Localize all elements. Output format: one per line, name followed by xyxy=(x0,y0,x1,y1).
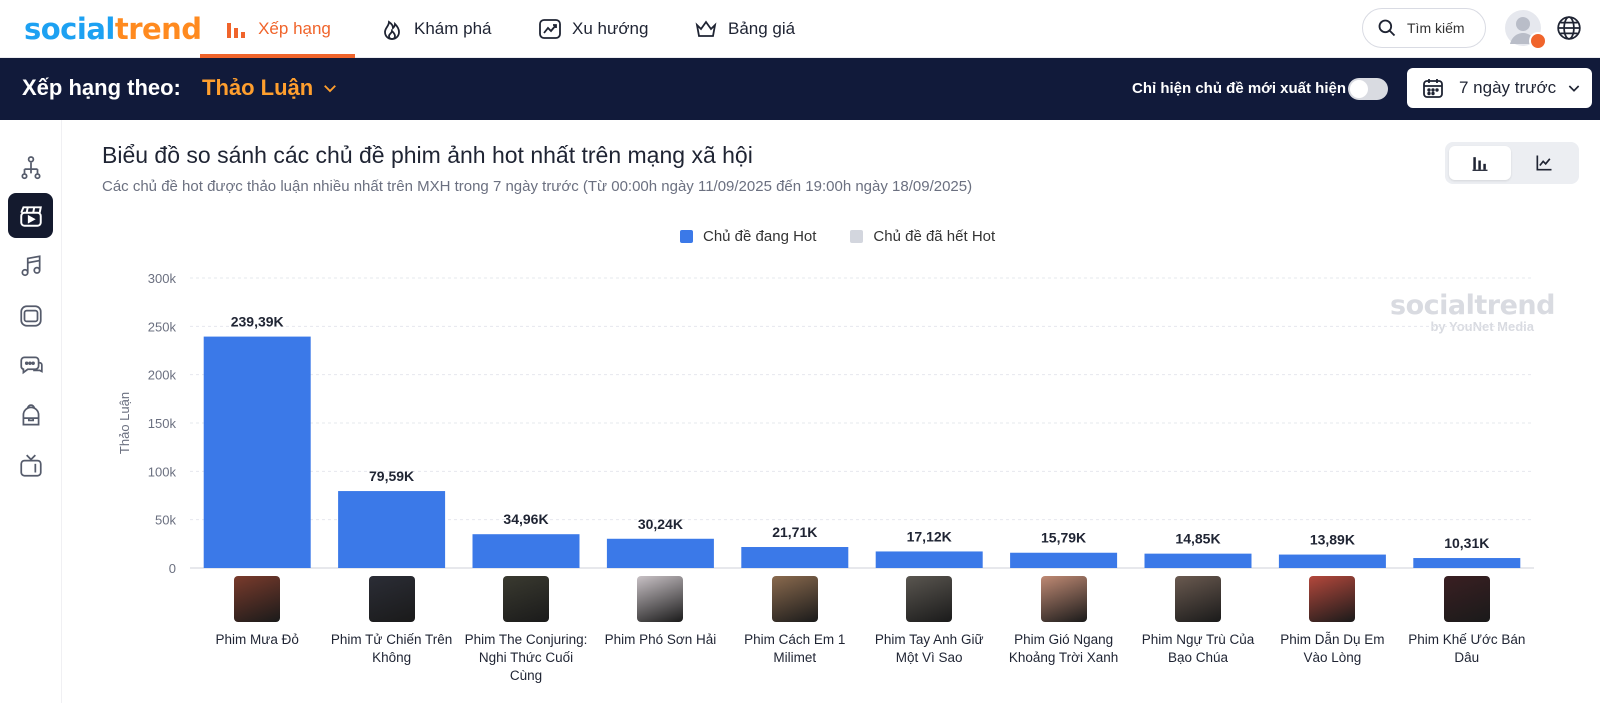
bar[interactable] xyxy=(606,538,714,568)
search-label: Tìm kiếm xyxy=(1407,20,1465,36)
movie-poster-thumbnail[interactable] xyxy=(1040,576,1087,622)
bar-chart: 0 50k 100k 150k 200k 250k 300k Thảo Luận 239,39K… xyxy=(117,271,1534,576)
logo-part-social: social xyxy=(24,12,115,46)
category-label[interactable]: Phim Phó Sơn Hải xyxy=(595,631,725,649)
nav-item-trends[interactable]: Xu hướng xyxy=(538,0,648,58)
people-hierarchy-icon xyxy=(20,155,41,179)
y-tick-label: 150k xyxy=(148,416,177,431)
bar[interactable] xyxy=(338,491,446,568)
category-label[interactable]: Phim Mưa Đỏ xyxy=(192,631,322,649)
y-tick-label: 250k xyxy=(148,319,177,334)
search-icon xyxy=(1378,19,1396,37)
category-label[interactable]: Phim Dẫn Dụ Em Vào Lòng xyxy=(1267,631,1397,667)
chevron-down-icon xyxy=(324,85,337,93)
rank-by-label: Xếp hạng theo: xyxy=(22,75,181,100)
chart-panel: Biểu đồ so sánh các chủ đề phim ảnh hot … xyxy=(72,128,1600,703)
movie-poster-thumbnail[interactable] xyxy=(1309,576,1356,622)
data-label: 14,85K xyxy=(1175,531,1220,547)
nav-item-explore[interactable]: Khám phá xyxy=(380,0,492,58)
category-label[interactable]: Phim Tử Chiến Trên Không xyxy=(327,631,457,667)
y-tick-label: 0 xyxy=(169,561,176,576)
sidebar-item-discussions[interactable] xyxy=(8,343,53,388)
category-label[interactable]: Phim Gió Ngang Khoảng Trời Xanh xyxy=(999,631,1129,667)
nav-item-label: Khám phá xyxy=(414,19,492,38)
avatar[interactable] xyxy=(1505,10,1547,50)
rank-by-value: Thảo Luận xyxy=(202,75,314,100)
category-label[interactable]: Phim Ngự Trù Của Bạo Chúa xyxy=(1133,631,1263,667)
backpack-icon xyxy=(22,403,39,426)
crown-icon xyxy=(695,20,717,37)
bar[interactable] xyxy=(875,551,983,568)
bar[interactable] xyxy=(741,547,849,568)
bar[interactable] xyxy=(203,336,311,568)
bar[interactable] xyxy=(1413,558,1521,568)
nav-item-pricing[interactable]: Bảng giá xyxy=(694,0,795,58)
bar[interactable] xyxy=(472,534,580,568)
category-label[interactable]: Phim Tay Anh Giữ Một Vì Sao xyxy=(864,631,994,667)
nav-item-label: Bảng giá xyxy=(728,19,796,38)
movie-poster-thumbnail[interactable] xyxy=(1443,576,1490,622)
tv-icon xyxy=(19,454,42,477)
bar[interactable] xyxy=(1144,553,1252,568)
film-clapper-icon xyxy=(19,205,42,227)
sidebar-item-movies[interactable] xyxy=(8,193,53,238)
data-label: 239,39K xyxy=(231,314,284,330)
category-label[interactable]: Phim The Conjuring: Nghi Thức Cuối Cùng xyxy=(461,631,591,685)
data-label: 10,31K xyxy=(1444,535,1489,551)
new-topics-toggle[interactable] xyxy=(1348,78,1388,100)
music-note-icon xyxy=(20,254,41,276)
movie-poster-thumbnail[interactable] xyxy=(368,576,415,622)
new-topics-toggle-label: Chỉ hiện chủ đề mới xuất hiện xyxy=(1132,80,1347,97)
movie-poster-thumbnail[interactable] xyxy=(637,576,684,622)
movie-poster-thumbnail[interactable] xyxy=(234,576,281,622)
movie-poster-thumbnail[interactable] xyxy=(906,576,953,622)
nav-item-label: Xếp hạng xyxy=(258,19,331,38)
date-range-value: 7 ngày trước xyxy=(1459,78,1557,97)
y-tick-label: 200k xyxy=(148,368,177,383)
sidebar-item-apps[interactable] xyxy=(8,293,53,338)
y-tick-label: 50k xyxy=(155,513,176,528)
sidebar-item-education[interactable] xyxy=(8,393,53,438)
premium-crown-badge xyxy=(1529,32,1547,50)
rank-by-dropdown[interactable]: Thảo Luận xyxy=(202,75,339,101)
bar-chart-icon xyxy=(227,23,246,38)
chat-bubbles-icon xyxy=(19,355,43,374)
chevron-down-icon xyxy=(1568,85,1580,92)
bar[interactable] xyxy=(1278,554,1386,568)
data-label: 13,89K xyxy=(1310,532,1355,548)
globe-icon[interactable] xyxy=(1556,15,1582,41)
data-label: 34,96K xyxy=(503,511,548,527)
nav-item-label: Xu hướng xyxy=(572,19,649,38)
flame-icon xyxy=(384,20,400,40)
category-sidebar xyxy=(0,120,62,703)
y-tick-label: 100k xyxy=(148,464,177,479)
data-label: 79,59K xyxy=(369,468,414,484)
category-label[interactable]: Phim Khế Ước Bán Dâu xyxy=(1402,631,1532,667)
calendar-icon xyxy=(1423,79,1443,98)
trend-icon xyxy=(539,19,561,39)
top-nav: socialtrend Xếp hạng Khám phá Xu hướng B… xyxy=(0,0,1600,58)
sidebar-item-tv[interactable] xyxy=(8,443,53,488)
movie-poster-thumbnail[interactable] xyxy=(771,576,818,622)
ranking-bar: Xếp hạng theo: Thảo Luận Chỉ hiện chủ đề… xyxy=(0,58,1600,120)
search-button[interactable]: Tìm kiếm xyxy=(1362,8,1486,48)
movie-poster-thumbnail[interactable] xyxy=(1175,576,1221,622)
data-label: 17,12K xyxy=(907,528,952,544)
app-window-icon xyxy=(19,304,42,327)
y-axis-label: Thảo Luận xyxy=(117,392,132,454)
sidebar-item-people[interactable] xyxy=(8,145,53,190)
movie-poster-thumbnail[interactable] xyxy=(503,576,549,622)
category-label[interactable]: Phim Cách Em 1 Milimet xyxy=(730,631,860,667)
y-tick-label: 300k xyxy=(148,271,177,286)
data-label: 21,71K xyxy=(772,524,817,540)
sidebar-item-music[interactable] xyxy=(8,243,53,288)
logo[interactable]: socialtrend xyxy=(24,12,202,46)
logo-part-trend: trend xyxy=(114,12,202,46)
data-label: 30,24K xyxy=(638,516,683,532)
date-range-select[interactable]: 7 ngày trước xyxy=(1407,68,1592,108)
data-label: 15,79K xyxy=(1041,530,1086,546)
nav-item-ranking[interactable]: Xếp hạng xyxy=(200,0,355,58)
bar[interactable] xyxy=(1010,552,1118,568)
